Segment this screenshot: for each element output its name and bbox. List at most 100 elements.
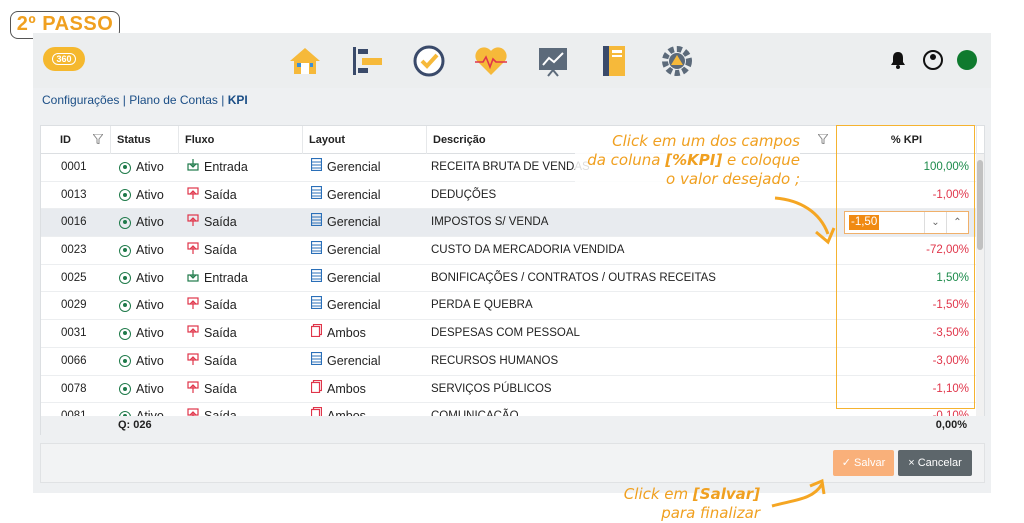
fluxo-label: Saída — [204, 243, 237, 258]
status-cell: Ativo — [119, 209, 164, 236]
layout-label: Gerencial — [327, 243, 381, 258]
active-radio-icon — [119, 272, 131, 285]
breadcrumb: Configurações | Plano de Contas | KPI — [42, 93, 248, 107]
status-label: Ativo — [136, 243, 164, 258]
active-radio-icon — [119, 355, 131, 368]
breadcrumb-plano-de-contas[interactable]: Plano de Contas — [129, 93, 218, 107]
column-header-label: ID — [60, 134, 71, 146]
table-row[interactable]: 0001 Ativo Entrada Gerencial RECEITA BRUTA D… — [41, 154, 977, 182]
cancel-button[interactable]: × Cancelar — [898, 450, 972, 476]
descricao-cell: SERVIÇOS PÚBLICOS — [431, 382, 552, 395]
kpi-cell[interactable]: -3,50% — [849, 320, 969, 347]
status-cell: Ativo — [119, 320, 164, 347]
status-cell: Ativo — [119, 403, 164, 416]
filter-icon[interactable] — [818, 134, 828, 144]
fluxo-cell: Entrada — [187, 265, 248, 292]
column-header-label: Descrição — [433, 134, 486, 146]
descricao-cell: RECURSOS HUMANOS — [431, 354, 559, 367]
kpi-cell[interactable]: -1,10% — [849, 376, 969, 403]
chart-board-icon[interactable] — [531, 41, 575, 81]
id-cell: 0029 — [61, 299, 87, 312]
chevron-down-icon[interactable]: ⌄ — [924, 212, 946, 234]
status-label: Ativo — [136, 326, 164, 341]
descricao-cell: BONIFICAÇÕES / CONTRATOS / OUTRAS RECEIT… — [431, 271, 716, 284]
status-label: Ativo — [136, 353, 164, 368]
bell-icon[interactable] — [887, 49, 909, 71]
status-cell: Ativo — [119, 348, 164, 375]
outbox-out-icon — [187, 209, 199, 236]
kpi-cell[interactable]: -0,10% — [849, 403, 969, 416]
fluxo-cell: Entrada — [187, 154, 248, 181]
layout-label: Ambos — [327, 381, 366, 396]
copy-document-icon — [310, 320, 323, 347]
gear-icon[interactable] — [655, 41, 699, 81]
descricao-cell: DESPESAS COM PESSOAL — [431, 327, 580, 340]
save-button[interactable]: ✓ Salvar — [833, 450, 894, 476]
kpi-cell[interactable]: 1,50% — [849, 265, 969, 292]
table-row[interactable]: 0078 Ativo Saída Ambos SERVIÇOS PÚBLICOS -1,1… — [41, 376, 977, 404]
kpi-input[interactable]: -1,50 ⌄ ⌃ — [844, 211, 969, 235]
active-radio-icon — [119, 383, 131, 395]
breadcrumb-configuracoes[interactable]: Configurações — [42, 93, 119, 107]
screenshot-root: 2º PASSO 360 Configurações | Plano de Co… — [0, 0, 1024, 523]
table-row[interactable]: 0031 Ativo Saída Ambos DESPESAS COM PESSOAL -… — [41, 320, 977, 348]
notebook-icon[interactable] — [593, 41, 637, 81]
structure-icon[interactable] — [345, 41, 389, 81]
layout-label: Ambos — [327, 326, 366, 341]
table-row[interactable]: 0025 Ativo Entrada Gerencial BONIFICAÇÕES / … — [41, 265, 977, 293]
app-logo[interactable]: 360 — [43, 47, 85, 71]
descricao-cell: PERDA E QUEBRA — [431, 299, 533, 312]
fluxo-label: Saída — [204, 381, 237, 396]
filter-icon[interactable] — [93, 134, 103, 144]
layout-cell: Gerencial — [310, 209, 381, 236]
heart-pulse-icon[interactable] — [469, 41, 513, 81]
fluxo-cell: Saída — [187, 320, 237, 347]
column-header-layout[interactable]: Layout — [303, 126, 427, 154]
kpi-total: 0,00% — [935, 419, 967, 431]
id-cell: 0016 — [61, 216, 87, 229]
status-cell: Ativo — [119, 182, 164, 209]
user-account-icon[interactable] — [923, 50, 943, 70]
layout-cell: Ambos — [310, 320, 366, 347]
column-header-fluxo[interactable]: Fluxo — [179, 126, 303, 154]
list-document-icon — [310, 292, 323, 319]
active-radio-icon — [119, 244, 131, 257]
status-label: Ativo — [136, 187, 164, 202]
table-row[interactable]: 0029 Ativo Saída Gerencial PERDA E QUEBRA -1,… — [41, 292, 977, 321]
fluxo-label: Entrada — [204, 270, 248, 285]
status-cell: Ativo — [119, 265, 164, 292]
list-document-icon — [310, 154, 323, 181]
chevron-up-icon[interactable]: ⌃ — [946, 212, 968, 234]
vertical-scrollbar[interactable] — [976, 154, 984, 416]
column-header-kpi[interactable]: % KPI — [837, 126, 977, 154]
kpi-cell[interactable]: -72,00% — [849, 237, 969, 264]
kpi-input-value[interactable]: -1,50 — [849, 215, 880, 231]
arrow-to-save-icon — [771, 478, 826, 508]
fluxo-label: Saída — [204, 403, 237, 416]
table-row[interactable]: 0066 Ativo Saída Gerencial RECURSOS HUMANOS -… — [41, 348, 977, 376]
table-row[interactable]: 0081 Ativo Saída Ambos COMUNICAÇÃO -0,10% — [41, 403, 977, 416]
column-header-status[interactable]: Status — [111, 126, 179, 154]
status-label: Ativo — [136, 298, 164, 313]
kpi-cell[interactable]: -1,50% — [849, 292, 969, 319]
user-area — [887, 49, 977, 71]
hint-emphasis: [%KPI] — [665, 151, 723, 169]
kpi-cell[interactable]: 100,00% — [849, 154, 969, 181]
status-label: Ativo — [136, 160, 164, 174]
home-icon[interactable] — [283, 41, 327, 81]
fluxo-cell: Saída — [187, 292, 237, 319]
layout-cell: Gerencial — [310, 154, 381, 181]
status-label: Ativo — [136, 215, 164, 230]
list-document-icon — [310, 237, 323, 264]
inbox-in-icon — [187, 154, 199, 181]
kpi-grid: ID Status Fluxo Layout Descrição % KPI 0… — [40, 125, 985, 435]
scrollbar-thumb[interactable] — [977, 160, 983, 250]
status-label: Ativo — [136, 381, 164, 396]
kpi-cell[interactable]: -1,00% — [849, 182, 969, 209]
outbox-out-icon — [187, 292, 199, 319]
status-cell: Ativo — [119, 237, 164, 264]
column-header-id[interactable]: ID — [41, 126, 111, 154]
checkmark-circle-icon[interactable] — [407, 41, 451, 81]
kpi-cell[interactable]: -3,00% — [849, 348, 969, 375]
layout-cell: Gerencial — [310, 182, 381, 209]
